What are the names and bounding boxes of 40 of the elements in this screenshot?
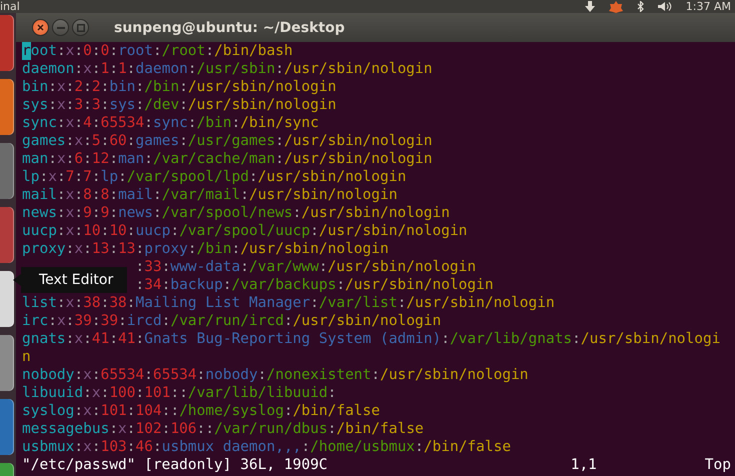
file-line: n — [22, 348, 32, 366]
status-message: "/etc/passwd" [readonly] 36L, 1909C — [22, 456, 328, 474]
file-line: daemon:x:1:1:daemon:/usr/sbin:/usr/sbin/nologin — [22, 60, 434, 78]
close-button[interactable] — [32, 19, 49, 36]
file-line: games:x:5:60:games:/usr/games:/usr/sbin/nologin — [22, 132, 434, 150]
file-line: lp:x:7:7:lp:/var/spool/lpd:/usr/sbin/nologin — [22, 168, 408, 186]
tooltip: Text Editor — [13, 267, 128, 293]
file-line: news:x:9:9:news:/var/spool/news:/usr/sbin/nologin — [22, 204, 451, 222]
file-line: root:x:0:0:root:/root:/bin/bash — [22, 42, 294, 60]
minimize-icon — [56, 26, 64, 28]
file-line: list:x:38:38:Mailing List Manager:/var/list:/usr/sbin/nologin — [22, 294, 556, 312]
file-line: sys:x:3:3:sys:/dev:/usr/sbin/nologin — [22, 96, 338, 114]
volume-icon[interactable] — [658, 1, 672, 12]
file-line: irc:x:39:39:ircd:/var/run/ircd:/usr/sbin/nologin — [22, 312, 442, 330]
file-line: :33:www-data:/var/www:/usr/sbin/nologin — [135, 258, 477, 276]
bluetooth-icon[interactable] — [636, 1, 644, 12]
close-icon — [37, 24, 44, 31]
file-line: :34:backup:/var/backups:/usr/sbin/nologin — [135, 276, 494, 294]
minimize-button[interactable] — [52, 19, 69, 36]
file-line: uucp:x:10:10:uucp:/var/spool/uucp:/usr/sbin/nologin — [22, 222, 468, 240]
scroll-position: Top — [704, 456, 731, 474]
file-line: bin:x:2:2:bin:/bin:/usr/sbin/nologin — [22, 78, 338, 96]
file-line: mail:x:8:8:mail:/var/mail:/usr/sbin/nologin — [22, 186, 398, 204]
clock[interactable]: 1:37 AM — [686, 0, 731, 13]
cursor-position: 1,1 — [570, 456, 597, 474]
file-line: usbmux:x:103:46:usbmux daemon,,,:/home/usbmux:/bin/false — [22, 438, 512, 456]
file-line: nobody:x:65534:65534:nobody:/nonexistent:/usr/sbin/nologin — [22, 366, 530, 384]
download-icon[interactable] — [584, 1, 595, 12]
file-line: libuuid:x:100:101::/var/lib/libuuid: — [22, 384, 338, 402]
window-title: sunpeng@ubuntu: ~/Desktop — [114, 20, 345, 36]
file-line: gnats:x:41:41:Gnats Bug-Reporting System (admin):/var/lib/gnats:/usr/sbin/nologi — [22, 330, 722, 348]
notification-icon[interactable] — [608, 0, 623, 12]
file-line: messagebus:x:102:106::/var/run/dbus:/bin/false — [22, 420, 425, 438]
file-line: man:x:6:12:man:/var/cache/man:/usr/sbin/nologin — [22, 150, 434, 168]
app-title: inal — [0, 0, 20, 13]
maximize-icon — [76, 24, 84, 32]
file-line: syslog:x:101:104::/home/syslog:/bin/false — [22, 402, 382, 420]
file-line: proxy:x:13:13:proxy:/bin:/usr/sbin/nologin — [22, 240, 390, 258]
file-line: sync:x:4:65534:sync:/bin:/bin/sync — [22, 114, 320, 132]
maximize-button[interactable] — [72, 19, 89, 36]
